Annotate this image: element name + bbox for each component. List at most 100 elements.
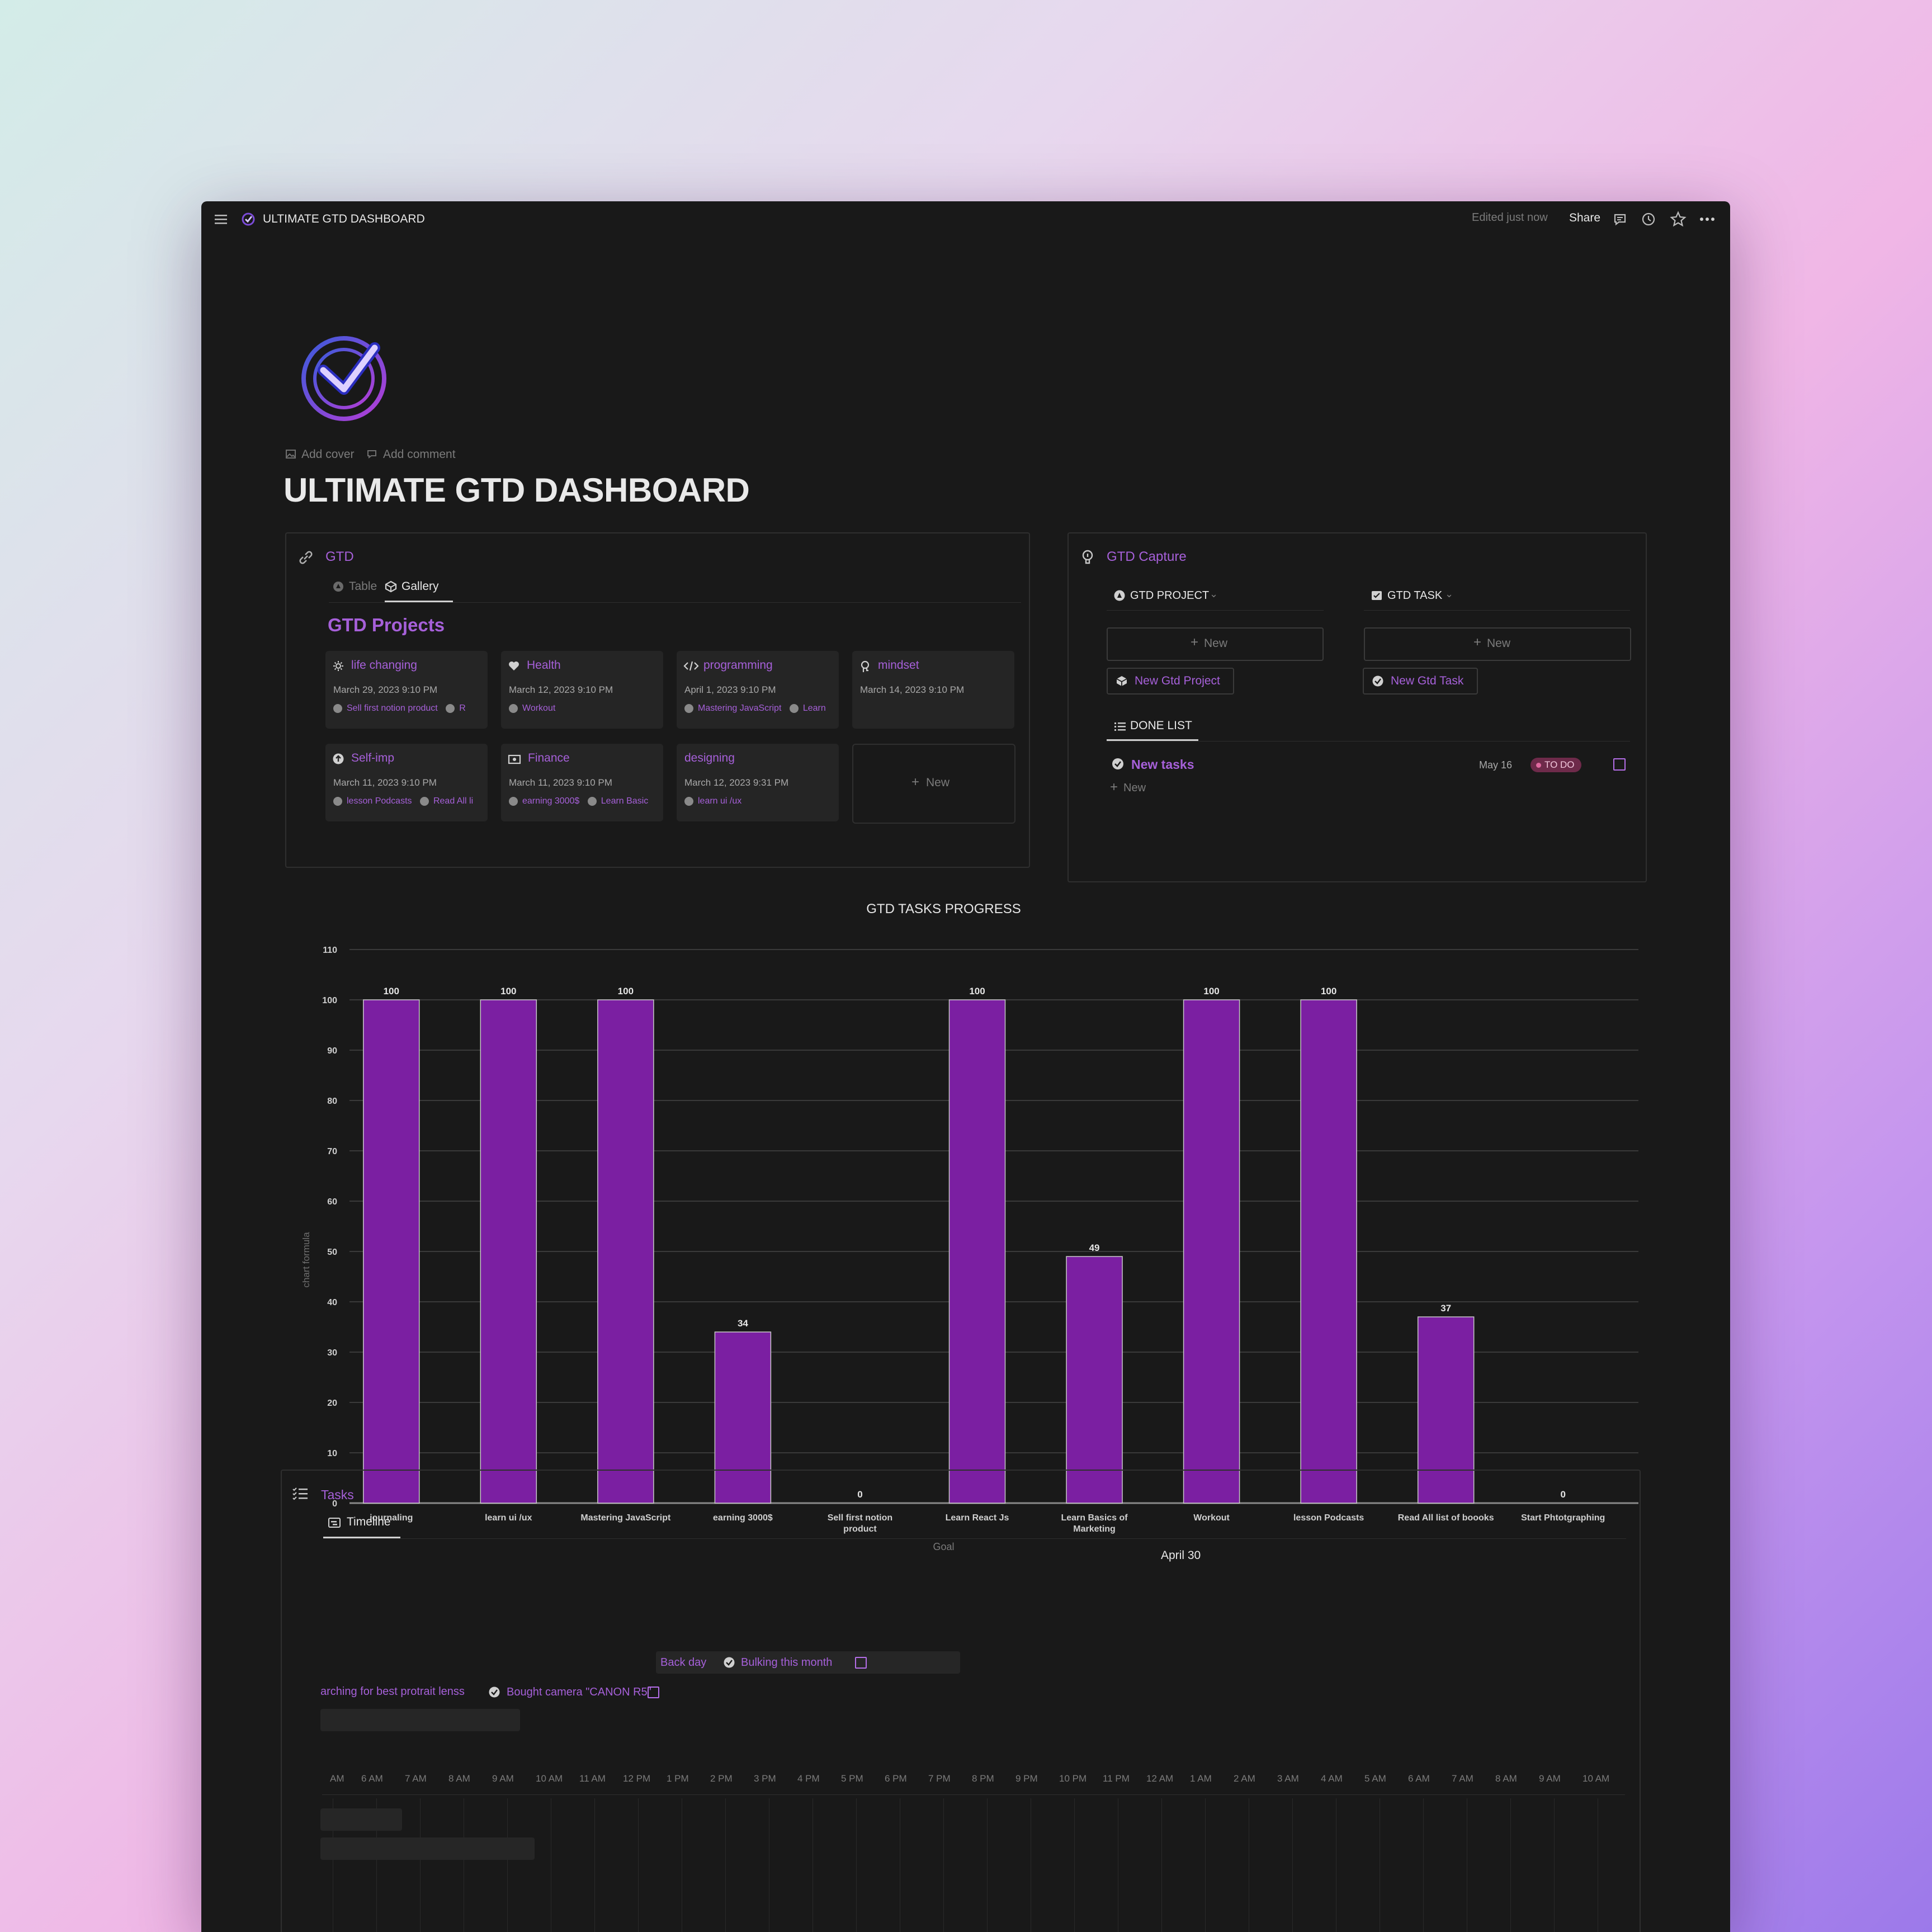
timeline-item-project[interactable]: arching for best protrait lenss — [320, 1685, 465, 1698]
y-tick-label: 70 — [327, 1147, 337, 1156]
relation-link[interactable]: Workout — [522, 703, 555, 713]
tab-table[interactable]: Table — [349, 580, 377, 593]
y-tick-label: 80 — [327, 1097, 337, 1106]
page-icon[interactable] — [296, 331, 391, 429]
new-card-label: New — [926, 776, 950, 789]
gallery-card[interactable]: Health March 12, 2023 9:10 PM Workout — [501, 651, 663, 729]
timeline-gridline — [594, 1798, 595, 1932]
gallery-title[interactable]: GTD Projects — [328, 615, 445, 636]
chevron-down-icon[interactable]: ⌄ — [1445, 588, 1453, 600]
y-tick-label: 30 — [327, 1348, 337, 1358]
relation-link[interactable]: Read All li — [433, 796, 473, 806]
gallery-card[interactable]: programming April 1, 2023 9:10 PM Master… — [677, 651, 839, 729]
chevron-down-icon[interactable]: ⌄ — [1210, 588, 1218, 600]
timeline-item-task[interactable]: Bulking this month — [741, 1656, 832, 1669]
timeline-gridline — [725, 1798, 726, 1932]
favorite-star-icon[interactable] — [1670, 211, 1687, 230]
list-item[interactable]: New tasks May 16 TO DO — [1107, 750, 1630, 776]
timeline-hour-label: 10 PM — [1059, 1773, 1087, 1784]
timeline-hour-label: 9 PM — [1015, 1773, 1038, 1784]
gtd-project-label[interactable]: GTD PROJECT — [1130, 589, 1209, 602]
new-label: New — [1204, 637, 1228, 650]
arrow-up-icon — [332, 753, 344, 768]
timeline-gridline — [856, 1798, 857, 1932]
relation-icon — [684, 796, 693, 806]
gallery-card[interactable]: Self-imp March 11, 2023 9:10 PM lesson P… — [325, 744, 488, 821]
tab-timeline[interactable]: Timeline — [347, 1515, 391, 1529]
new-gtd-task-button[interactable]: New Gtd Task — [1363, 668, 1478, 695]
gallery-card[interactable]: Finance March 11, 2023 9:10 PM earning 3… — [501, 744, 663, 821]
timeline-hour-label: 8 PM — [972, 1773, 994, 1784]
task-checkbox[interactable] — [855, 1657, 867, 1669]
gtd-database-title[interactable]: GTD — [325, 549, 354, 565]
tab-done-list[interactable]: DONE LIST — [1130, 719, 1192, 733]
tasks-database-title[interactable]: Tasks — [321, 1487, 354, 1503]
timeline-item-project[interactable]: Back day — [660, 1656, 706, 1669]
relation-link[interactable]: Learn — [803, 703, 826, 713]
task-checkbox[interactable] — [1613, 758, 1626, 771]
add-cover-button[interactable]: Add cover — [301, 448, 355, 461]
gtd-task-label[interactable]: GTD TASK — [1387, 589, 1442, 602]
gallery-card[interactable]: life changing March 29, 2023 9:10 PM Sel… — [325, 651, 488, 729]
timeline-hour-label: 10 AM — [536, 1773, 563, 1784]
new-gtd-project-button[interactable]: New Gtd Project — [1107, 668, 1234, 695]
relation-link[interactable]: Sell first notion product — [347, 703, 438, 713]
timeline-item-task[interactable]: Bought camera "CANON R5" — [507, 1686, 651, 1699]
share-button[interactable]: Share — [1569, 211, 1600, 225]
add-new-task-button[interactable]: New — [1123, 782, 1146, 795]
breadcrumb[interactable]: ULTIMATE GTD DASHBOARD — [263, 212, 425, 226]
timeline-hour-label: AM — [330, 1773, 344, 1784]
more-options-icon[interactable] — [1699, 211, 1716, 230]
card-date: March 12, 2023 9:31 PM — [684, 777, 789, 788]
relation-icon — [333, 796, 342, 806]
data-label: 34 — [738, 1318, 748, 1329]
timeline-hour-label: 3 PM — [754, 1773, 776, 1784]
comment-icon[interactable] — [1612, 211, 1628, 230]
timeline-item[interactable]: Back day Bulking this month — [656, 1651, 960, 1674]
relation-link[interactable]: lesson Podcasts — [347, 796, 412, 806]
relation-link[interactable]: Learn Basic — [601, 796, 649, 806]
capture-title[interactable]: GTD Capture — [1107, 549, 1187, 565]
timeline-item[interactable]: arching for best protrait lenss Bought c… — [320, 1683, 667, 1703]
plus-icon: + — [1110, 780, 1118, 795]
timeline-hour-label: 1 AM — [1190, 1773, 1212, 1784]
page-title[interactable]: ULTIMATE GTD DASHBOARD — [284, 471, 750, 509]
edited-status: Edited just now — [1472, 211, 1548, 224]
check-circle-icon — [1111, 757, 1125, 773]
relation-icon — [419, 796, 429, 806]
new-project-row-button[interactable]: + New — [1107, 627, 1324, 661]
card-relations: Workout — [509, 703, 659, 718]
history-icon[interactable] — [1641, 211, 1656, 230]
timeline-hour-label: 6 AM — [1408, 1773, 1430, 1784]
chart-bar — [1300, 999, 1357, 1504]
gtd-database-panel: GTD Table Gallery GTD Projects life chan… — [285, 532, 1030, 868]
new-card-button[interactable]: + New — [852, 744, 1015, 824]
timeline-gridline — [1074, 1798, 1075, 1932]
sidebar-toggle-icon[interactable] — [214, 212, 228, 229]
new-task-row-button[interactable]: + New — [1364, 627, 1631, 661]
relation-link[interactable]: Mastering JavaScript — [698, 703, 781, 713]
head-icon — [859, 660, 871, 676]
add-comment-button[interactable]: Add comment — [383, 448, 456, 461]
timeline-hour-label: 10 AM — [1583, 1773, 1610, 1784]
task-checkbox[interactable] — [648, 1687, 659, 1698]
y-tick-label: 90 — [327, 1046, 337, 1056]
gear-icon — [332, 660, 344, 675]
timeline-hour-label: 11 AM — [579, 1773, 606, 1784]
card-title: life changing — [351, 659, 417, 672]
checklist-icon — [292, 1486, 309, 1504]
tab-gallery[interactable]: Gallery — [401, 580, 439, 593]
chart-bar — [480, 999, 537, 1504]
timeline-divider — [323, 1538, 1626, 1539]
relation-link[interactable]: R — [459, 703, 466, 713]
task-title[interactable]: New tasks — [1131, 757, 1194, 772]
timeline-gridline — [943, 1798, 944, 1932]
gallery-card[interactable]: designing March 12, 2023 9:31 PM learn u… — [677, 744, 839, 821]
timeline-gridline — [1161, 1798, 1162, 1932]
relation-link[interactable]: learn ui /ux — [698, 796, 741, 806]
gallery-card[interactable]: mindset March 14, 2023 9:10 PM — [852, 651, 1014, 729]
y-axis-label: chart formula — [301, 1232, 311, 1288]
relation-link[interactable]: earning 3000$ — [522, 796, 579, 806]
data-label: 100 — [500, 986, 516, 996]
timeline-gridline — [638, 1798, 639, 1932]
